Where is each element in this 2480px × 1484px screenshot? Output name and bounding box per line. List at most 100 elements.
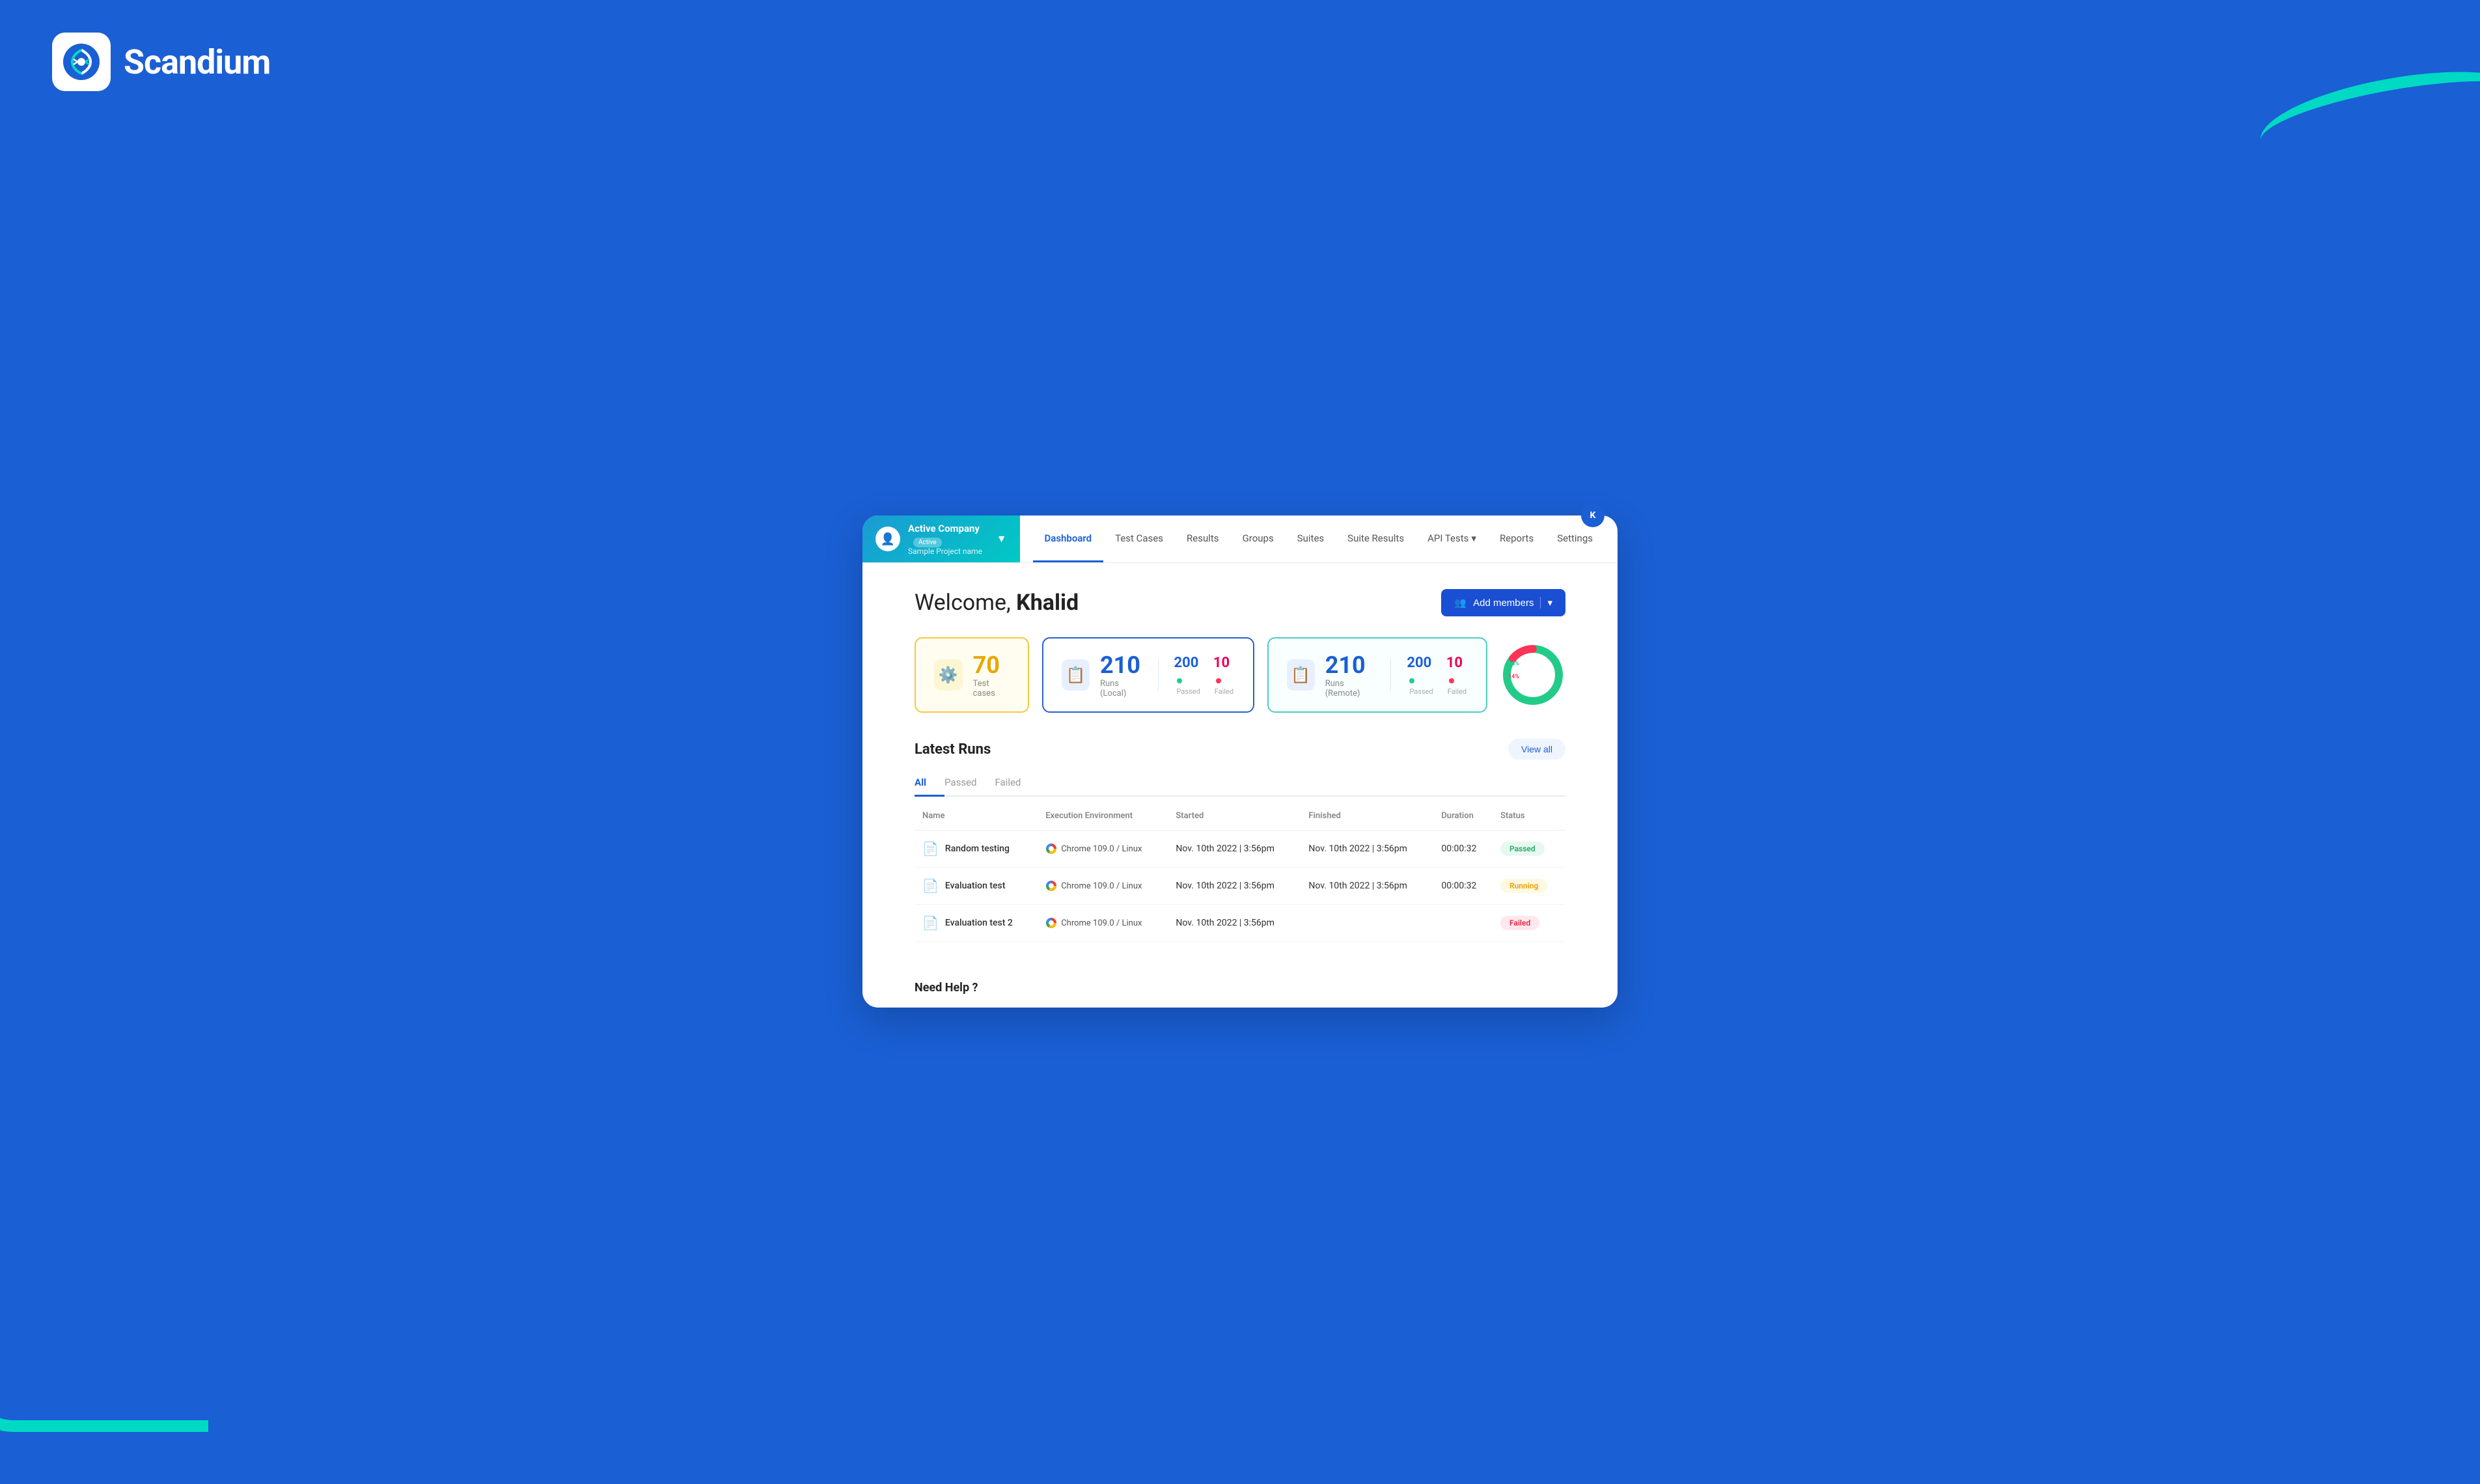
- nav-link-results[interactable]: Results: [1175, 515, 1231, 562]
- duration-cell: 00:00:32: [1433, 831, 1493, 868]
- env-text: Chrome 109.0 / Linux: [1061, 918, 1142, 928]
- dropdown-chevron-icon: ▾: [1540, 597, 1552, 609]
- started-cell: Nov. 10th 2022 | 3:56pm: [1168, 831, 1301, 868]
- remote-runs-label: Runs (Remote): [1325, 679, 1375, 698]
- nav-link-reports[interactable]: Reports: [1488, 515, 1545, 562]
- chevron-down-icon: ▼: [997, 532, 1007, 545]
- local-runs-icon: 📋: [1062, 659, 1090, 691]
- nav-link-suites[interactable]: Suites: [1286, 515, 1336, 562]
- col-status: Status: [1493, 802, 1565, 831]
- project-active-badge: Active: [913, 538, 942, 547]
- add-members-label: Add members: [1473, 598, 1534, 609]
- remote-runs-icon: 📋: [1287, 659, 1315, 691]
- file-icon: 📄: [922, 915, 939, 931]
- remote-passed-label: Passed: [1409, 687, 1433, 696]
- env-text: Chrome 109.0 / Linux: [1061, 881, 1142, 891]
- test-cases-label: Test cases: [973, 679, 1010, 698]
- file-icon: 📄: [922, 841, 939, 857]
- run-name-text: Evaluation test: [945, 881, 1006, 891]
- runs-tabs: All Passed Failed: [915, 770, 1565, 797]
- add-members-icon: 👥: [1454, 597, 1467, 609]
- table-row[interactable]: 📄 Random testing Chrome 109.0 / Linux No…: [915, 831, 1565, 868]
- remote-failed-count: 10: [1446, 655, 1468, 687]
- passed-label: Passed: [1177, 687, 1200, 696]
- view-all-button[interactable]: View all: [1508, 739, 1565, 760]
- duration-cell: 00:00:32: [1433, 868, 1493, 905]
- chevron-down-icon: ▾: [1471, 532, 1476, 544]
- col-finished: Finished: [1301, 802, 1433, 831]
- nav-link-test-cases[interactable]: Test Cases: [1103, 515, 1175, 562]
- status-badge: Failed: [1500, 916, 1539, 930]
- latest-runs-title: Latest Runs: [915, 741, 991, 758]
- stat-card-remote-runs[interactable]: 📋 210 Runs (Remote) 200 Passed 10 Fai: [1267, 637, 1487, 713]
- finished-cell: [1301, 905, 1433, 942]
- local-passed-count: 200: [1174, 655, 1203, 687]
- remote-runs-info: 210 Runs (Remote): [1325, 652, 1375, 698]
- stats-row: ⚙️ 70 Test cases 📋 210 Runs (Local) 200: [915, 637, 1565, 713]
- main-content: Welcome, Khalid 👥 Add members ▾ ⚙️ 70 Te…: [862, 563, 1618, 968]
- need-help-text: Need Help ?: [915, 981, 978, 995]
- col-duration: Duration: [1433, 802, 1493, 831]
- runs-table: Name Execution Environment Started Finis…: [915, 802, 1565, 942]
- chrome-icon: [1045, 917, 1057, 929]
- nav-link-suite-results[interactable]: Suite Results: [1336, 515, 1416, 562]
- env-cell: Chrome 109.0 / Linux: [1045, 880, 1160, 892]
- donut-passed-label: 86%: [1508, 661, 1519, 667]
- local-failed-info: 10 Failed: [1213, 655, 1235, 696]
- app-name: Scandium: [124, 42, 270, 82]
- col-env: Execution Environment: [1038, 802, 1168, 831]
- table-row[interactable]: 📄 Evaluation test 2 Chrome 109.0 / Linux…: [915, 905, 1565, 942]
- stat-card-local-runs[interactable]: 📋 210 Runs (Local) 200 Passed 10 Fail: [1042, 637, 1254, 713]
- finished-cell: Nov. 10th 2022 | 3:56pm: [1301, 868, 1433, 905]
- env-text: Chrome 109.0 / Linux: [1061, 844, 1142, 854]
- col-started: Started: [1168, 802, 1301, 831]
- nav-link-api-tests[interactable]: API Tests ▾: [1416, 515, 1488, 562]
- test-cases-count: 70: [973, 652, 1010, 679]
- app-logo-icon: [52, 33, 111, 91]
- content-header: Welcome, Khalid 👥 Add members ▾: [915, 589, 1565, 616]
- duration-cell: [1433, 905, 1493, 942]
- nav-bar: 👤 Active Company Active Sample Project n…: [862, 515, 1618, 563]
- project-sub: Sample Project name: [908, 547, 989, 556]
- remote-failed-info: 10 Failed: [1446, 655, 1468, 696]
- donut-failed-label: 14%: [1508, 674, 1519, 680]
- status-badge: Running: [1500, 879, 1547, 893]
- stat-divider-2: [1390, 659, 1391, 691]
- add-members-button[interactable]: 👥 Add members ▾: [1441, 589, 1565, 616]
- local-failed-count: 10: [1213, 655, 1235, 687]
- project-selector[interactable]: 👤 Active Company Active Sample Project n…: [862, 515, 1020, 562]
- nav-links: Dashboard Test Cases Results Groups Suit…: [1020, 515, 1618, 562]
- test-cases-icon: ⚙️: [934, 659, 963, 691]
- local-runs-info: 210 Runs (Local): [1100, 652, 1142, 698]
- nav-link-groups[interactable]: Groups: [1231, 515, 1286, 562]
- tab-failed[interactable]: Failed: [995, 770, 1039, 797]
- donut-chart: 86% 14%: [1500, 642, 1565, 708]
- col-name: Name: [915, 802, 1038, 831]
- main-card: K 👤 Active Company Active Sample Project…: [862, 515, 1618, 1008]
- project-name: Active Company: [908, 523, 980, 534]
- nav-link-dashboard[interactable]: Dashboard: [1033, 515, 1104, 562]
- env-cell: Chrome 109.0 / Linux: [1045, 843, 1160, 855]
- latest-runs-header: Latest Runs View all: [915, 739, 1565, 760]
- remote-runs-count: 210: [1325, 652, 1375, 679]
- failed-label: Failed: [1215, 687, 1233, 696]
- table-row[interactable]: 📄 Evaluation test Chrome 109.0 / Linux N…: [915, 868, 1565, 905]
- started-cell: Nov. 10th 2022 | 3:56pm: [1168, 905, 1301, 942]
- need-help-section: Need Help ?: [862, 968, 1618, 1008]
- tab-all[interactable]: All: [915, 770, 944, 797]
- remote-passed-count: 200: [1407, 655, 1435, 687]
- finished-cell: Nov. 10th 2022 | 3:56pm: [1301, 831, 1433, 868]
- stat-card-test-cases[interactable]: ⚙️ 70 Test cases: [915, 637, 1029, 713]
- welcome-heading: Welcome, Khalid: [915, 590, 1079, 616]
- status-badge: Passed: [1500, 842, 1545, 856]
- user-avatar[interactable]: K: [1581, 504, 1605, 527]
- local-runs-count: 210: [1100, 652, 1142, 679]
- started-cell: Nov. 10th 2022 | 3:56pm: [1168, 868, 1301, 905]
- stat-divider: [1158, 659, 1159, 691]
- tab-passed[interactable]: Passed: [944, 770, 995, 797]
- run-name-text: Evaluation test 2: [945, 918, 1013, 928]
- remote-failed-label: Failed: [1448, 687, 1467, 696]
- chrome-icon: [1045, 880, 1057, 892]
- chrome-icon: [1045, 843, 1057, 855]
- remote-passed-info: 200 Passed: [1407, 655, 1435, 696]
